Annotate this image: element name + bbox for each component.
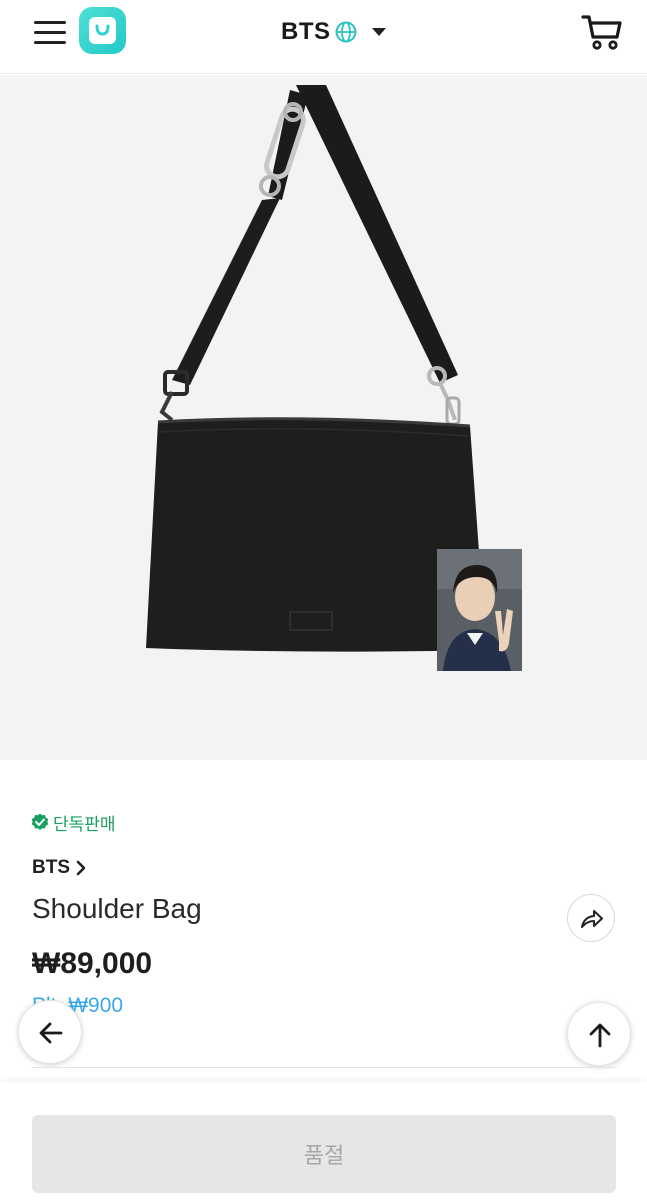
- menu-icon[interactable]: [30, 18, 70, 48]
- photocard-thumbnail[interactable]: [437, 549, 522, 671]
- product-price: ₩89,000: [32, 947, 153, 980]
- cart-icon[interactable]: [580, 12, 624, 52]
- share-icon: [581, 910, 603, 928]
- arrow-up-icon: [589, 1023, 611, 1048]
- globe-icon: [334, 20, 358, 44]
- exclusive-badge: 단독판매: [31, 810, 116, 834]
- product-image[interactable]: [0, 75, 647, 760]
- caret-down-icon: [371, 28, 386, 36]
- bottom-action-bar: 품절: [0, 1082, 647, 1200]
- exclusive-badge-label: 단독판매: [53, 814, 116, 834]
- divider: [32, 1067, 616, 1068]
- soldout-button[interactable]: 품절: [32, 1115, 616, 1193]
- app-logo-icon[interactable]: [79, 7, 126, 54]
- product-title: Shoulder Bag: [32, 893, 202, 924]
- share-button[interactable]: [567, 894, 615, 942]
- verified-check-icon: [31, 813, 49, 830]
- scroll-top-button[interactable]: [567, 1002, 631, 1066]
- arrow-left-icon: [39, 1022, 63, 1044]
- chevron-right-icon: [76, 860, 86, 876]
- artist-name: BTS: [32, 857, 70, 878]
- artist-link[interactable]: BTS: [32, 857, 86, 879]
- back-button[interactable]: [18, 1000, 82, 1064]
- brand-selector[interactable]: BTS: [281, 16, 386, 48]
- shoulder-bag-illustration: [146, 85, 486, 652]
- top-header: BTS: [0, 0, 647, 74]
- brand-name: BTS: [281, 18, 331, 45]
